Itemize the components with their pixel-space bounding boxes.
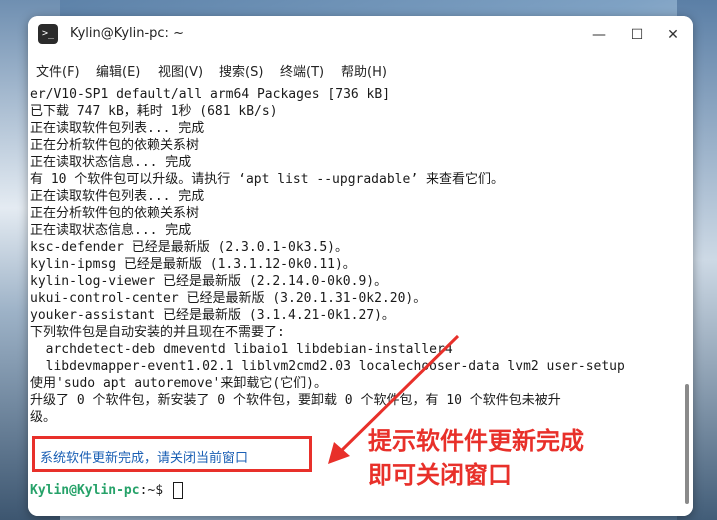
close-button[interactable]: ✕ [660,22,686,48]
menu-help[interactable]: 帮助(H) [341,61,387,80]
terminal-window: >_ Kylin@Kylin-pc: ~ — ☐ ✕ 文件(F) 编辑(E) 视… [28,16,693,516]
menu-bar: 文件(F) 编辑(E) 视图(V) 搜索(S) 终端(T) 帮助(H) [28,56,693,84]
annotation-text: 提示软件件更新完成 即可关闭窗口 [368,424,584,492]
terminal-icon-glyph: >_ [41,28,55,39]
terminal-output[interactable]: er/V10-SP1 default/all arm64 Packages [7… [28,84,693,516]
menu-search[interactable]: 搜索(S) [219,61,263,80]
window-title: Kylin@Kylin-pc: ~ [70,26,184,41]
maximize-button[interactable]: ☐ [624,22,650,48]
annotation-line-1: 提示软件件更新完成 [368,427,584,455]
title-bar[interactable]: >_ Kylin@Kylin-pc: ~ — ☐ ✕ [28,16,693,54]
annotation-arrow [328,334,460,464]
menu-terminal[interactable]: 终端(T) [280,61,324,80]
terminal-icon: >_ [38,24,58,44]
menu-view[interactable]: 视图(V) [158,61,203,80]
annotation-line-2: 即可关闭窗口 [368,461,512,489]
menu-file[interactable]: 文件(F) [36,61,80,80]
menu-edit[interactable]: 编辑(E) [96,61,140,80]
minimize-button[interactable]: — [586,22,612,48]
